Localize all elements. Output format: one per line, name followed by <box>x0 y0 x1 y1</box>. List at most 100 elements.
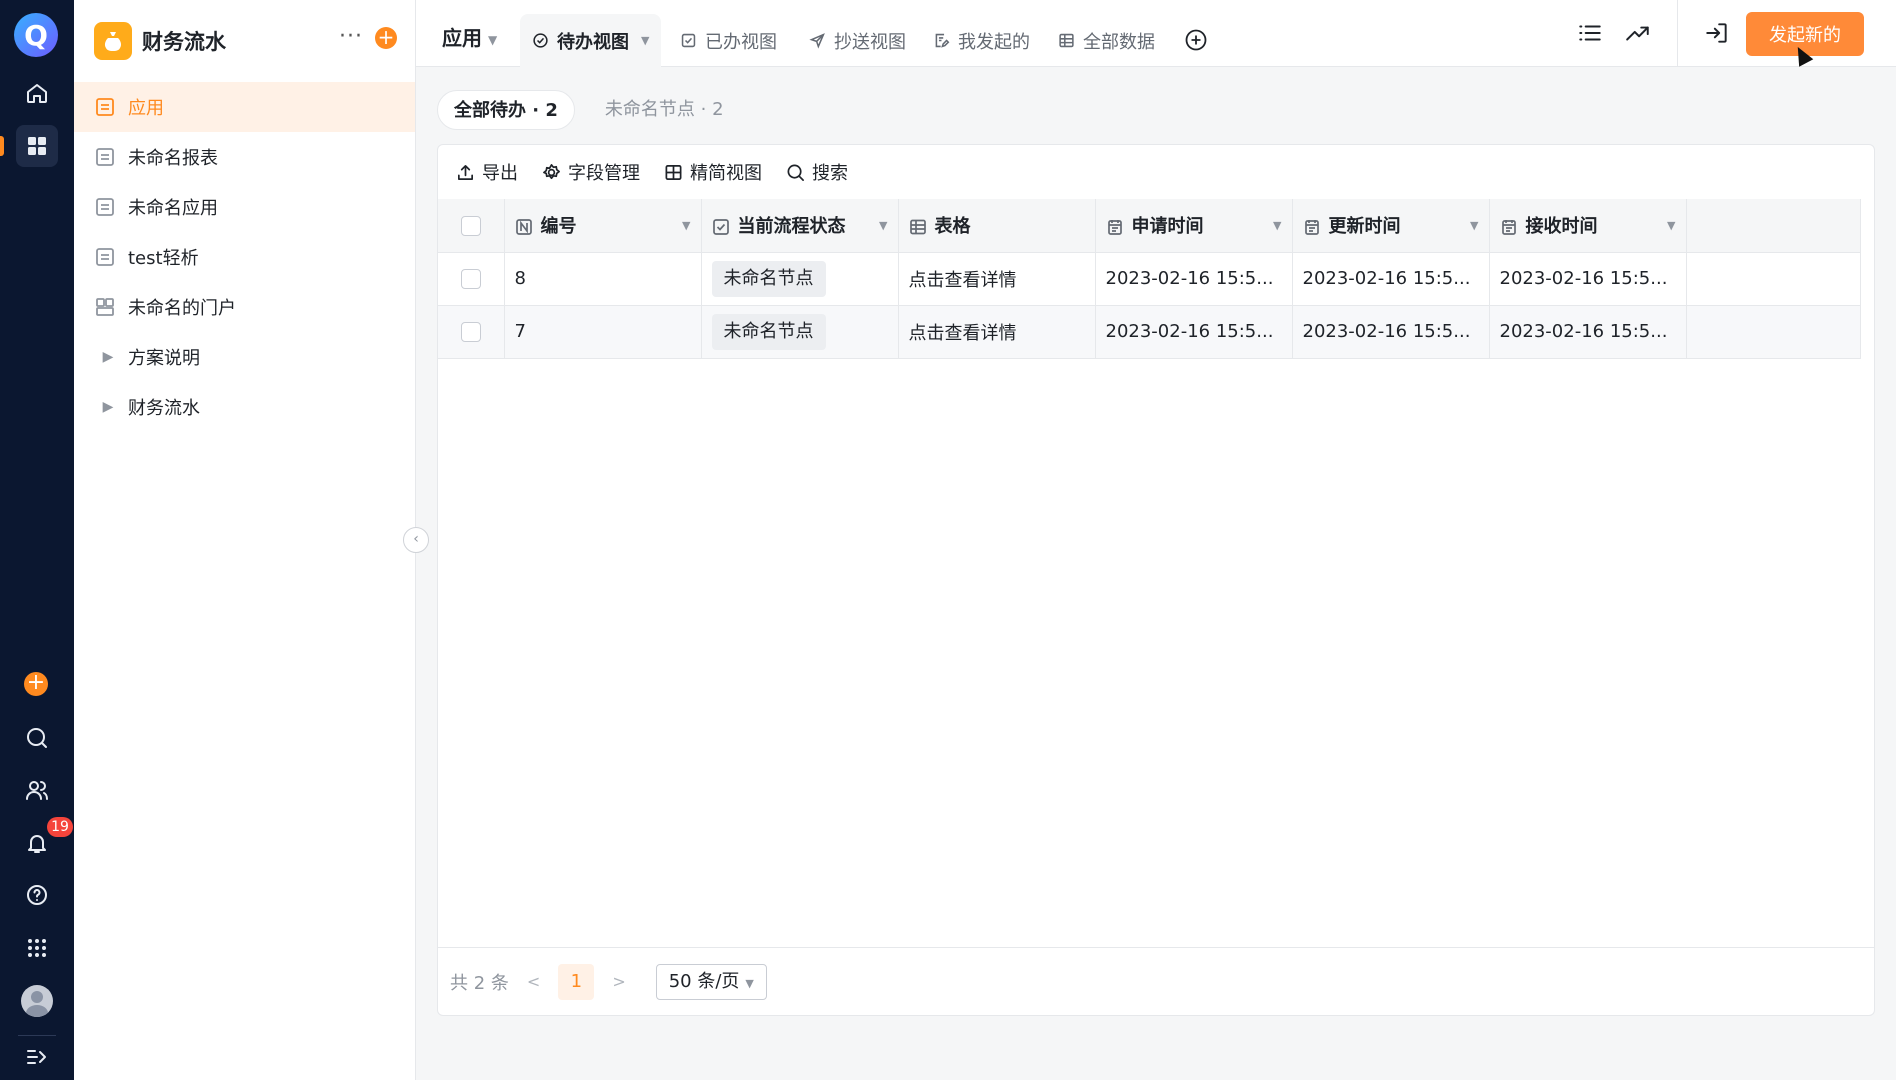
column-header-status[interactable]: 当前流程状态 ▼ <box>701 199 899 253</box>
app-tab[interactable]: 应用 ▼ <box>442 22 497 51</box>
add-view-icon[interactable] <box>1184 28 1208 52</box>
sidebar-header: 财务流水 ··· + <box>74 0 416 80</box>
home-icon[interactable] <box>16 72 58 114</box>
search-button[interactable]: 搜索 <box>786 159 848 185</box>
form-icon <box>94 246 116 268</box>
sidebar-item-label: 未命名应用 <box>128 198 218 219</box>
sidebar-item-label: 应用 <box>128 98 164 119</box>
export-login-icon[interactable] <box>1704 20 1732 48</box>
app-launcher-icon[interactable] <box>16 927 58 969</box>
contacts-icon[interactable] <box>16 769 58 811</box>
cell-form-link[interactable]: 点击查看详情 <box>898 305 1096 359</box>
tab-all-data[interactable]: 全部数据 <box>1058 14 1155 67</box>
app-name: 财务流水 <box>142 30 226 54</box>
sort-dropdown-icon[interactable]: ▼ <box>1470 219 1478 232</box>
sort-dropdown-icon[interactable]: ▼ <box>879 219 887 232</box>
calendar-icon <box>1500 218 1518 236</box>
table-row[interactable]: 8 未命名节点 点击查看详情 2023-02-16 15:5... 2023-0… <box>438 252 1861 306</box>
tab-todo-view[interactable]: 待办视图 ▼ <box>520 14 662 67</box>
cell-status: 未命名节点 <box>701 252 899 306</box>
sidebar-item-finance[interactable]: ▶ 财务流水 <box>74 382 415 432</box>
list-icon[interactable] <box>1577 20 1605 48</box>
apps-grid-icon[interactable] <box>16 125 58 167</box>
chevron-down-icon: ▼ <box>641 34 650 47</box>
data-table: 编号 ▼ 当前流程状态 ▼ 表格 申请时间 ▼ 更新时间 ▼ 接收时间 ▼ 8 … <box>438 199 1861 359</box>
column-label: 当前流程状态 <box>737 216 846 238</box>
prev-page-icon[interactable]: < <box>527 972 540 991</box>
status-badge: 未命名节点 <box>711 260 826 297</box>
table-icon <box>1059 33 1074 48</box>
tab-label: 我发起的 <box>958 31 1030 53</box>
current-page-button[interactable]: 1 <box>558 963 595 1000</box>
compact-view-button[interactable]: 精简视图 <box>664 159 762 185</box>
add-item-button[interactable]: + <box>375 27 397 49</box>
more-icon[interactable]: ··· <box>336 24 366 54</box>
cell-form-link[interactable]: 点击查看详情 <box>898 252 1096 306</box>
sidebar-item-label: test轻析 <box>128 248 199 269</box>
table-icon <box>665 164 682 180</box>
tab-label: 全部数据 <box>1083 31 1155 53</box>
search-icon <box>787 164 804 181</box>
calendar-icon <box>1303 218 1321 236</box>
export-label: 导出 <box>482 163 518 184</box>
column-header-applied-time[interactable]: 申请时间 ▼ <box>1095 199 1293 253</box>
chevron-down-icon: ▼ <box>745 976 754 990</box>
sidebar: 财务流水 ··· + 应用 未命名报表 未命名应用 test轻析 未命名的门户 … <box>74 0 416 1080</box>
sidebar-item-unnamed-app[interactable]: 未命名应用 <box>74 182 415 232</box>
data-card: 导出 字段管理 精简视图 搜索 编号 ▼ 当前流程状态 ▼ 表格 申请时间 ▼ … <box>437 144 1875 1016</box>
sort-dropdown-icon[interactable]: ▼ <box>1667 219 1675 232</box>
sidebar-item-portal[interactable]: 未命名的门户 <box>74 282 415 332</box>
add-icon[interactable]: + <box>24 672 48 696</box>
page-size-select[interactable]: 50 条/页 ▼ <box>655 963 767 1000</box>
cell-id: 8 <box>504 252 702 306</box>
check-circle-icon <box>533 33 548 48</box>
tab-label: 待办视图 <box>557 31 629 53</box>
row-checkbox[interactable] <box>460 269 481 289</box>
sidebar-item-plan[interactable]: ▶ 方案说明 <box>74 332 415 382</box>
filter-unnamed-node[interactable]: 未命名节点 · 2 <box>589 90 740 130</box>
help-icon[interactable] <box>16 874 58 916</box>
column-header-updated-time[interactable]: 更新时间 ▼ <box>1292 199 1490 253</box>
sidebar-item-test[interactable]: test轻析 <box>74 232 415 282</box>
chevron-right-icon[interactable]: ▶ <box>94 349 116 365</box>
logo-icon[interactable]: Q <box>14 13 58 57</box>
form-icon <box>94 196 116 218</box>
sort-dropdown-icon[interactable]: ▼ <box>682 219 690 232</box>
checkbox-icon <box>681 33 696 48</box>
chevron-right-icon[interactable]: ▶ <box>94 399 116 415</box>
cell-updated-time: 2023-02-16 15:5... <box>1292 305 1490 359</box>
trend-chart-icon[interactable] <box>1625 20 1653 48</box>
tab-initiated[interactable]: 我发起的 <box>933 14 1030 67</box>
sidebar-item-report[interactable]: 未命名报表 <box>74 132 415 182</box>
tab-cc-view[interactable]: 抄送视图 <box>809 14 906 67</box>
cell-received-time: 2023-02-16 15:5... <box>1489 305 1687 359</box>
column-label: 申请时间 <box>1131 216 1204 238</box>
expand-icon[interactable] <box>16 1036 58 1078</box>
table-row[interactable]: 7 未命名节点 点击查看详情 2023-02-16 15:5... 2023-0… <box>438 305 1861 359</box>
search-icon[interactable] <box>16 717 58 759</box>
column-header-received-time[interactable]: 接收时间 ▼ <box>1489 199 1687 253</box>
select-all-checkbox[interactable] <box>460 215 481 236</box>
filter-tabs: 全部待办 · 2 未命名节点 · 2 <box>437 90 754 130</box>
avatar[interactable] <box>21 985 53 1017</box>
export-button[interactable]: 导出 <box>456 159 518 185</box>
total-count: 共 2 条 <box>450 972 509 994</box>
sidebar-item-label: 未命名的门户 <box>128 298 236 319</box>
form-icon <box>94 96 116 118</box>
tab-label: 抄送视图 <box>834 31 906 53</box>
notification-badge: 19 <box>47 817 73 837</box>
top-bar: 应用 ▼ 待办视图 ▼ 已办视图 抄送视图 我发起的 全部数据 发起新的 <box>416 0 1896 67</box>
cell-applied-time: 2023-02-16 15:5... <box>1095 252 1293 306</box>
next-page-icon[interactable]: > <box>612 972 625 991</box>
column-header-id[interactable]: 编号 ▼ <box>504 199 702 253</box>
collapse-sidebar-button[interactable]: ‹ <box>403 527 429 553</box>
cell-applied-time: 2023-02-16 15:5... <box>1095 305 1293 359</box>
portal-icon <box>94 296 116 318</box>
sort-dropdown-icon[interactable]: ▼ <box>1273 219 1281 232</box>
sidebar-item-app[interactable]: 应用 <box>74 82 415 132</box>
field-manage-button[interactable]: 字段管理 <box>542 159 640 185</box>
tab-done-view[interactable]: 已办视图 <box>680 14 777 67</box>
filter-all-todo[interactable]: 全部待办 · 2 <box>437 90 575 130</box>
column-header-form[interactable]: 表格 <box>898 199 1096 253</box>
row-checkbox[interactable] <box>460 322 481 342</box>
